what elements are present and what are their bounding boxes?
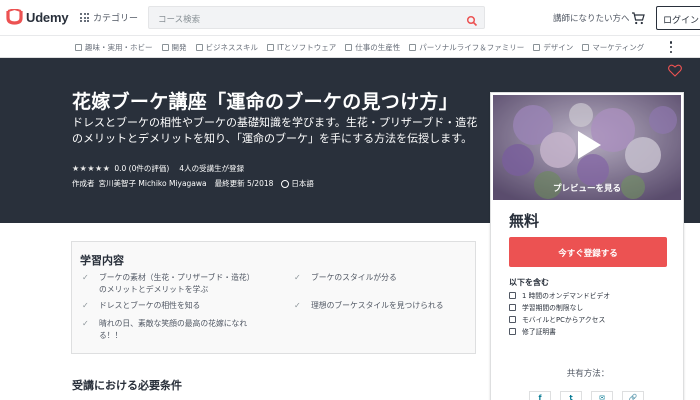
nav-item-personal-life[interactable]: パーソナルライフ＆ファミリー (409, 42, 524, 53)
megaphone-icon (582, 44, 590, 51)
learn-item-text: ドレスとブーケの相性を知る (99, 301, 201, 310)
logo-text: Udemy (26, 9, 69, 25)
learn-item: ✓ 理想のブーケスタイルを見つけられる (294, 300, 474, 312)
nav-item-label: デザイン (543, 43, 574, 52)
top-header: Udemy カテゴリー コース検索 講師になりたい方へ ログイン (0, 0, 700, 36)
nav-item-label: ビジネススキル (205, 43, 259, 52)
check-icon: ✓ (294, 273, 301, 282)
course-language: 日本語 (291, 179, 314, 188)
globe-icon (281, 179, 290, 188)
email-share-button[interactable]: ✉ (591, 391, 613, 400)
twitter-share-button[interactable]: t (560, 391, 582, 400)
person-icon (409, 44, 417, 51)
search-icon[interactable] (466, 12, 478, 27)
author-link[interactable]: 宮川美智子 Michiko Miyagawa (99, 178, 207, 189)
enroll-now-button[interactable]: 今すぐ登録する (509, 237, 667, 267)
nav-item-productivity[interactable]: 仕事の生産性 (345, 42, 400, 53)
infinity-icon (509, 303, 516, 311)
code-icon (161, 44, 169, 51)
grid-icon (80, 13, 89, 22)
include-label: 修了証明書 (522, 328, 556, 336)
learn-item: ✓ ドレスとブーケの相性を知る (82, 300, 262, 312)
include-item: 1 時間のオンデマンドビデオ (509, 289, 610, 301)
learn-item-text: ブーケのスタイルが分る (311, 273, 397, 282)
nav-item-label: 仕事の生産性 (355, 43, 401, 52)
purchase-card: プレビューを見る 無料 今すぐ登録する 以下を含む 1 時間のオンデマンドビデオ… (490, 92, 684, 400)
nav-item-design[interactable]: デザイン (533, 42, 573, 53)
facebook-share-button[interactable]: f (529, 391, 551, 400)
category-nav: 趣味・実用・ホビー 開発 ビジネススキル ITとソフトウェア 仕事の生産性 パー… (0, 36, 700, 58)
video-icon (509, 291, 516, 299)
nav-item-it-software[interactable]: ITとソフトウェア (267, 42, 336, 53)
learn-item-text: ブーケの素材（生花・プリザーブド・造花）のメリットとデメリットを学ぶ (99, 273, 255, 294)
nav-item-label: パーソナルライフ＆ファミリー (419, 43, 525, 52)
check-icon: ✓ (82, 273, 89, 282)
search-input[interactable]: コース検索 (158, 13, 200, 25)
learn-item-text: 理想のブーケスタイルを見つけられる (311, 301, 444, 310)
monitor-icon (267, 44, 274, 51)
categories-label: カテゴリー (93, 14, 139, 24)
nav-item-label: 開発 (171, 43, 187, 52)
requirements-title: 受講における必要条件 (72, 379, 182, 392)
rating-stars-icon: ★★★★★ (72, 164, 111, 173)
check-icon: ✓ (294, 301, 301, 310)
learn-item: ✓ ブーケの素材（生花・プリザーブド・造花）のメリットとデメリットを学ぶ (82, 272, 262, 296)
nav-item-business[interactable]: ビジネススキル (195, 42, 259, 53)
includes-title: 以下を含む (509, 278, 549, 287)
search-bar[interactable]: コース検索 (148, 6, 485, 29)
include-label: モバイルとPCからアクセス (522, 316, 606, 324)
course-meta: 作成者 宮川美智子 Michiko Miyagawa 最終更新 5/2018 日… (72, 178, 314, 189)
nav-item-hobby[interactable]: 趣味・実用・ホビー (75, 42, 153, 53)
login-button[interactable]: ログイン (656, 6, 700, 30)
include-label: 学習期間の制限なし (522, 304, 584, 312)
author-prefix: 作成者 (72, 179, 95, 188)
include-label: 1 時間のオンデマンドビデオ (522, 292, 611, 300)
include-item: 学習期間の制限なし (509, 301, 610, 313)
enrolled-count: 4人の受講生が登録 (179, 164, 245, 173)
cart-icon[interactable] (631, 10, 645, 25)
mobile-icon (509, 315, 516, 323)
last-updated: 最終更新 5/2018 (214, 179, 274, 188)
udemy-logo[interactable]: Udemy (6, 7, 69, 25)
certificate-icon (509, 327, 516, 335)
include-item: 修了証明書 (509, 325, 610, 337)
learn-item-text: 晴れの日、素敵な笑顔の最高の花嫁になれる！！ (99, 319, 248, 340)
share-buttons: f t ✉ 🔗 (529, 391, 653, 400)
nav-item-marketing[interactable]: マーケティング (582, 42, 644, 53)
chart-icon (195, 44, 203, 51)
learn-item: ✓ ブーケのスタイルが分る (294, 272, 469, 284)
course-price: 無料 (509, 212, 540, 230)
more-menu-icon[interactable] (669, 41, 673, 53)
learn-item: ✓ 晴れの日、素敵な笑顔の最高の花嫁になれる！！ (82, 318, 262, 342)
learn-title: 学習内容 (80, 254, 124, 267)
course-preview-video[interactable]: プレビューを見る (493, 95, 681, 200)
nav-item-label: 趣味・実用・ホビー (85, 43, 153, 52)
briefcase-icon (345, 44, 353, 51)
course-subtitle: ドレスとブーケの相性やブーケの基礎知識を学びます。生花・プリザーブド・造花のメリ… (72, 116, 478, 145)
nav-item-label: ITとソフトウェア (277, 43, 337, 52)
share-label: 共有方法： (566, 369, 610, 379)
become-instructor-link[interactable]: 講師になりたい方へ (553, 12, 630, 24)
preview-label: プレビューを見る (552, 184, 621, 194)
nav-item-label: マーケティング (592, 43, 645, 52)
pen-icon (533, 44, 541, 51)
check-icon: ✓ (82, 319, 89, 328)
categories-menu[interactable]: カテゴリー (80, 11, 138, 24)
udemy-logo-icon (6, 7, 23, 25)
include-item: モバイルとPCからアクセス (509, 313, 610, 325)
rating-row: ★★★★★ 0.0 (0件の評価) 4人の受講生が登録 (72, 163, 244, 174)
copy-link-button[interactable]: 🔗 (622, 391, 644, 400)
includes-list: 1 時間のオンデマンドビデオ 学習期間の制限なし モバイルとPCからアクセス 修… (509, 289, 610, 337)
course-title: 花嫁ブーケ講座「運命のブーケの見つけ方」 (72, 91, 459, 113)
what-you-learn-box: 学習内容 ✓ ブーケの素材（生花・プリザーブド・造花）のメリットとデメリットを学… (71, 241, 476, 354)
rating-text: 0.0 (0件の評価) (114, 164, 170, 173)
check-icon: ✓ (82, 301, 89, 310)
nav-item-development[interactable]: 開発 (161, 42, 187, 53)
wishlist-heart-icon[interactable] (668, 62, 682, 77)
star-icon (75, 44, 82, 51)
